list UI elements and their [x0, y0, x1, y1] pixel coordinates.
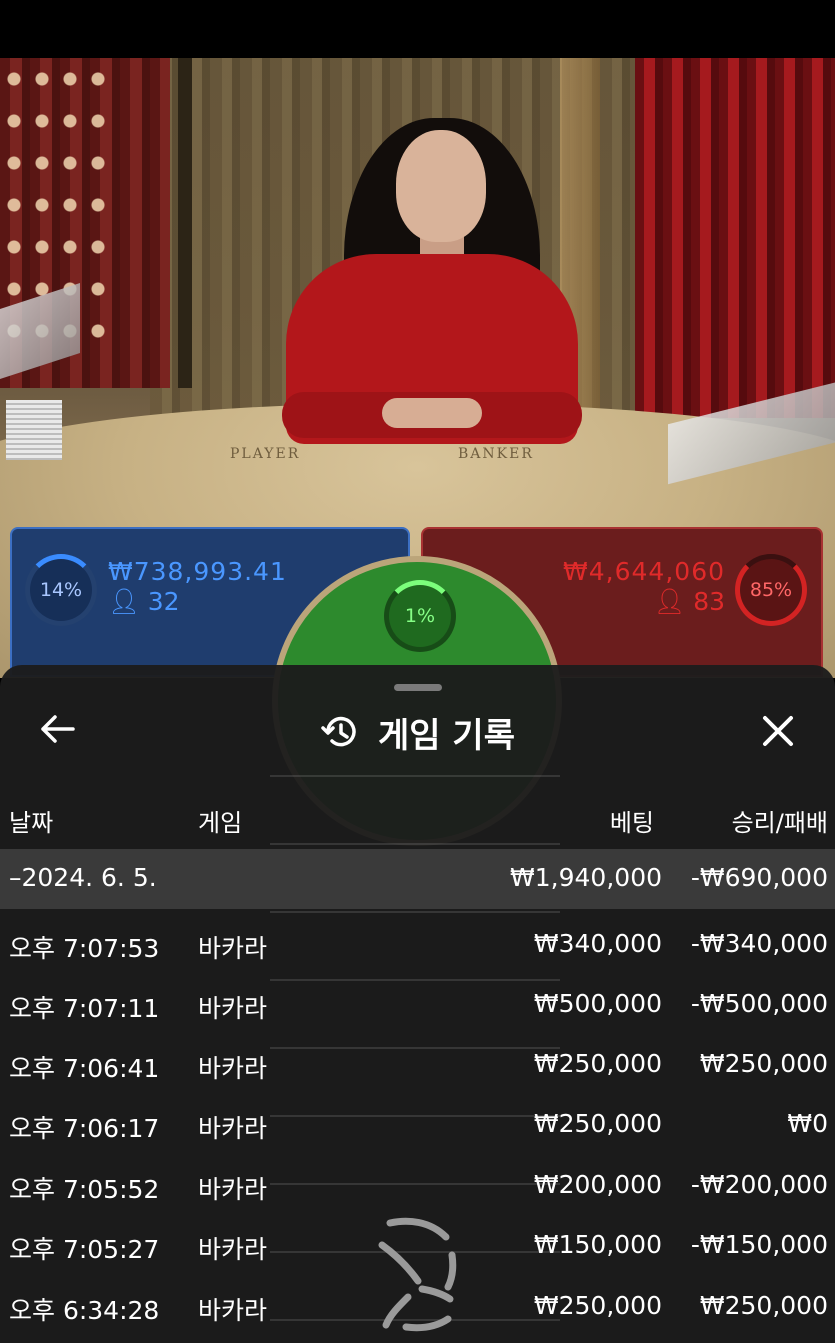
person-icon: 👤︎ — [108, 587, 140, 616]
sheet-header: 게임 기록 — [0, 707, 835, 757]
loading-spinner-icon — [378, 1217, 457, 1332]
column-header-bet[interactable]: 베팅 — [610, 803, 654, 838]
row-result: -₩200,000 — [690, 1170, 828, 1199]
column-header-game[interactable]: 게임 — [198, 803, 242, 838]
row-result: -₩150,000 — [690, 1230, 828, 1259]
player-total-bet: ₩738,993.41 — [108, 557, 287, 586]
column-header-result[interactable]: 승리/패배 — [732, 803, 828, 838]
row-game: 바카라 — [198, 934, 268, 963]
row-result: ₩250,000 — [699, 1291, 828, 1320]
table-banker-label: BANKER — [458, 446, 534, 462]
row-game: 바카라 — [198, 1296, 268, 1325]
status-bar — [0, 0, 835, 58]
row-time: 오후 7:05:27 — [9, 1235, 160, 1264]
row-result: ₩250,000 — [699, 1049, 828, 1078]
player-count-value: 32 — [147, 587, 180, 616]
player-count: 👤︎ 32 — [108, 587, 180, 617]
column-header-date[interactable]: 날짜 — [9, 803, 53, 838]
row-bet: ₩500,000 — [533, 989, 662, 1018]
banker-count: 👤︎ 83 — [653, 587, 725, 617]
row-game: 바카라 — [198, 1114, 268, 1143]
close-icon — [763, 716, 793, 746]
row-bet: ₩150,000 — [533, 1230, 662, 1259]
group-total-bet: ₩1,940,000 — [510, 863, 662, 892]
sheet-grabber[interactable] — [394, 684, 442, 691]
close-button[interactable] — [754, 707, 802, 755]
row-result: -₩340,000 — [690, 929, 828, 958]
banker-count-value: 83 — [693, 587, 725, 616]
sheet-title: 게임 기록 — [378, 715, 515, 756]
banker-total-bet: ₩4,644,060 — [563, 557, 725, 586]
row-time: 오후 7:07:11 — [9, 994, 160, 1023]
row-result: -₩500,000 — [690, 989, 828, 1018]
arrow-left-icon — [41, 715, 75, 743]
history-icon — [321, 716, 356, 747]
row-time: 오후 6:34:28 — [9, 1296, 160, 1325]
banker-percent-ring: 85% — [735, 554, 807, 626]
row-time: 오후 7:06:41 — [9, 1054, 160, 1083]
row-time: 오후 7:07:53 — [9, 934, 160, 963]
tie-percent: 1% — [404, 605, 436, 627]
row-bet: ₩250,000 — [533, 1291, 662, 1320]
history-row[interactable]: 오후 7:07:53 바카라 ₩340,000 -₩340,000 — [0, 915, 835, 975]
row-result: ₩0 — [787, 1109, 828, 1138]
row-game: 바카라 — [198, 1054, 268, 1083]
player-percent: 14% — [39, 579, 83, 601]
row-game: 바카라 — [198, 1235, 268, 1264]
row-time: 오후 7:05:52 — [9, 1175, 160, 1204]
history-row[interactable]: 오후 7:05:52 바카라 ₩200,000 -₩200,000 — [0, 1156, 835, 1216]
table-player-label: PLAYER — [230, 446, 301, 462]
date-group-row[interactable]: –2024. 6. 5. ₩1,940,000 -₩690,000 — [0, 849, 835, 909]
row-bet: ₩250,000 — [533, 1049, 662, 1078]
history-row[interactable]: 오후 7:06:17 바카라 ₩250,000 ₩0 — [0, 1095, 835, 1155]
person-icon: 👤︎ — [653, 587, 686, 616]
row-game: 바카라 — [198, 1175, 268, 1204]
group-total-result: -₩690,000 — [690, 863, 828, 892]
back-button[interactable] — [36, 707, 80, 751]
player-percent-ring: 14% — [25, 554, 97, 626]
banker-percent: 85% — [749, 579, 793, 601]
row-time: 오후 7:06:17 — [9, 1114, 160, 1143]
row-bet: ₩250,000 — [533, 1109, 662, 1138]
history-row[interactable]: 오후 7:06:41 바카라 ₩250,000 ₩250,000 — [0, 1035, 835, 1095]
history-row[interactable]: 오후 7:07:11 바카라 ₩500,000 -₩500,000 — [0, 975, 835, 1035]
game-history-sheet: 게임 기록 날짜 게임 베팅 승리/패배 –2024. 6. 5. ₩1,940… — [0, 665, 835, 1343]
row-bet: ₩200,000 — [533, 1170, 662, 1199]
tie-percent-ring: 1% — [384, 580, 456, 652]
row-game: 바카라 — [198, 994, 268, 1023]
group-date: –2024. 6. 5. — [9, 863, 157, 892]
row-bet: ₩340,000 — [533, 929, 662, 958]
